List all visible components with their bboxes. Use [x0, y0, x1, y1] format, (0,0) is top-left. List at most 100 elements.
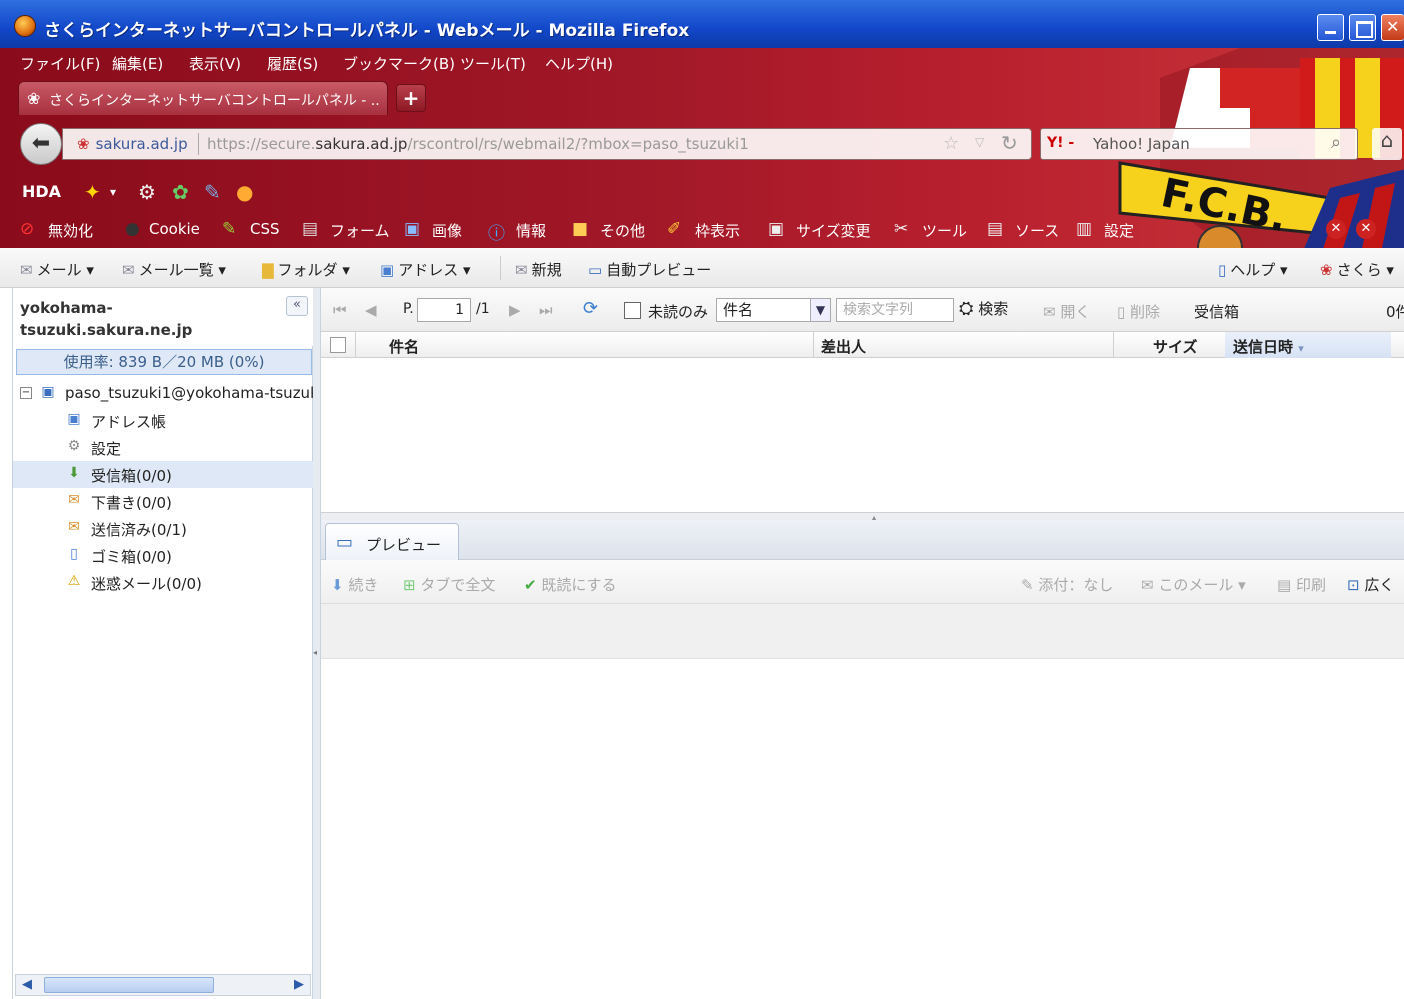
sidebar-item-address-book[interactable]: ▣ アドレス帳	[13, 407, 313, 434]
menu-file[interactable]: ファイル(F)	[20, 53, 100, 74]
sidebar-item-sent[interactable]: ✉ 送信済み(0/1)	[13, 515, 313, 542]
addon-tools-icon[interactable]: ⚙	[138, 180, 156, 204]
reload-icon[interactable]: ↻	[1001, 131, 1018, 155]
addon-note-icon[interactable]: ✎	[204, 180, 221, 204]
home-icon[interactable]: ⌂	[1372, 128, 1402, 160]
browser-tab[interactable]: ❀ さくらインターネットサーバコントロールパネル - ...	[18, 81, 388, 115]
dev-cookie[interactable]: Cookie	[149, 220, 200, 238]
dev-form[interactable]: フォーム	[330, 220, 390, 241]
menu-bookmarks[interactable]: ブックマーク(B)	[343, 53, 455, 74]
tab-preview[interactable]: ▭ プレビュー	[325, 523, 459, 560]
site-identity[interactable]: ❀ sakura.ad.jp	[77, 135, 188, 153]
search-bar[interactable]: Y! - Yahoo! Japan ⌕	[1040, 128, 1358, 160]
prev-page-icon[interactable]: ◀	[365, 301, 377, 319]
bookmark-star-icon[interactable]: ☆	[943, 133, 959, 154]
sidebar-item-settings[interactable]: ⚙ 設定	[13, 434, 313, 461]
yahoo-engine-icon[interactable]: Y! -	[1047, 135, 1074, 151]
new-mail-button[interactable]: ✉ 新規	[515, 259, 562, 280]
sidebar-item-drafts[interactable]: ✉ 下書き(0/0)	[13, 488, 313, 515]
new-tab-button[interactable]: +	[396, 84, 426, 112]
menu-edit[interactable]: 編集(E)	[112, 53, 163, 74]
open-button[interactable]: ✉ 開く	[1043, 301, 1090, 322]
search-magnifier-icon[interactable]: ⌕	[1331, 132, 1341, 153]
error-icon[interactable]: ✕	[1326, 219, 1346, 239]
search-field-select[interactable]: 件名 ▼	[716, 298, 831, 322]
page-total: /1	[476, 301, 490, 317]
dev-settings[interactable]: 設定	[1104, 220, 1134, 241]
dev-misc[interactable]: その他	[600, 220, 645, 241]
mark-read-button[interactable]: ✔ 既読にする	[524, 574, 617, 595]
sidebar-item-label: アドレス帳	[91, 413, 167, 431]
column-size[interactable]: サイズ	[1153, 336, 1198, 357]
addon-wand-icon[interactable]: ✦	[84, 180, 101, 204]
this-mail-menu-button[interactable]: ✉ このメール ▾	[1141, 574, 1246, 595]
page-input[interactable]: 1	[417, 298, 471, 322]
url-bar[interactable]: ❀ sakura.ad.jp https://secure.sakura.ad.j…	[62, 128, 1032, 160]
unread-only-checkbox[interactable]	[624, 302, 641, 319]
dev-source[interactable]: ソース	[1015, 220, 1059, 241]
sakura-menu-button[interactable]: ❀ さくら ▾	[1320, 259, 1394, 280]
scroll-left-icon[interactable]: ◀	[18, 977, 36, 993]
menu-help[interactable]: ヘルプ(H)	[545, 53, 613, 74]
dev-resize[interactable]: サイズ変更	[796, 220, 871, 241]
address-label: アドレス	[398, 261, 459, 279]
auto-preview-button[interactable]: ▭ 自動プレビュー	[588, 259, 711, 280]
delete-button[interactable]: ▯ 削除	[1117, 301, 1160, 322]
collapse-tree-icon[interactable]: −	[20, 387, 32, 399]
select-all-checkbox[interactable]	[330, 337, 346, 353]
next-page-icon[interactable]: ▶	[509, 301, 521, 319]
menu-view[interactable]: 表示(V)	[189, 53, 241, 74]
maximize-button[interactable]	[1349, 14, 1376, 41]
address-button[interactable]: ▣ アドレス ▾	[380, 259, 471, 280]
column-subject[interactable]: 件名	[389, 336, 419, 357]
refresh-icon[interactable]: ⟳	[583, 298, 598, 319]
menu-tools[interactable]: ツール(T)	[460, 53, 526, 74]
print-button[interactable]: ▤ 印刷	[1277, 574, 1326, 595]
url-history-dropdown-icon[interactable]: ▽	[975, 135, 984, 149]
first-page-icon[interactable]: ⏮	[333, 301, 347, 319]
column-date[interactable]: 送信日時 ▾	[1233, 336, 1304, 357]
preview-tab-strip: ▭ プレビュー	[321, 520, 1404, 560]
outline-pencil-icon: ✐	[667, 219, 682, 239]
account-node[interactable]: − ▣ paso_tsuzuki1@yokohama-tsuzuk	[13, 380, 319, 407]
column-from[interactable]: 差出人	[821, 336, 866, 357]
minimize-button[interactable]	[1317, 14, 1344, 41]
continue-button[interactable]: ⬇ 続き	[331, 574, 378, 595]
search-placeholder: Yahoo! Japan	[1093, 135, 1190, 153]
list-preview-splitter[interactable]: ▲	[321, 512, 1404, 523]
addon-globe-icon[interactable]: ●	[236, 180, 253, 204]
back-button[interactable]: ⬅	[20, 123, 62, 165]
addon-dropdown-icon[interactable]: ▾	[110, 185, 116, 199]
addon-puzzle-icon[interactable]: ✿	[172, 180, 189, 204]
sidebar-item-inbox[interactable]: ⬇ 受信箱(0/0)	[13, 461, 313, 488]
search-text-input[interactable]: 検索文字列	[836, 298, 954, 322]
help-button[interactable]: ▯ ヘルプ ▾	[1218, 259, 1288, 280]
mail-menu-button[interactable]: ✉ メール ▾	[20, 259, 94, 280]
sidebar-item-trash[interactable]: ▯ ゴミ箱(0/0)	[13, 542, 313, 569]
pane-splitter[interactable]: ◂	[313, 288, 320, 999]
dev-info[interactable]: 情報	[516, 220, 546, 241]
expand-button[interactable]: ⊡ 広く	[1347, 574, 1394, 595]
search-button[interactable]: ⛭ 検索	[959, 298, 1008, 319]
sidebar-item-spam[interactable]: ⚠ 迷惑メール(0/0)	[13, 569, 313, 596]
chevron-down-icon[interactable]: ▼	[810, 299, 830, 321]
fulltext-tab-button[interactable]: ⊞ タブで全文	[403, 574, 495, 595]
menu-history[interactable]: 履歴(S)	[267, 53, 318, 74]
last-page-icon[interactable]: ⏭	[539, 301, 553, 319]
dev-disable[interactable]: 無効化	[48, 220, 93, 241]
collapse-pane-button[interactable]: «	[286, 296, 308, 316]
mail-list-button[interactable]: ✉ メール一覧 ▾	[122, 259, 226, 280]
dev-tools[interactable]: ツール	[922, 220, 967, 241]
folder-button[interactable]: ▇ フォルダ ▾	[262, 259, 350, 280]
scrollbar-thumb[interactable]	[44, 977, 214, 993]
folder-pane-scrollbar[interactable]: ◀ ▶	[15, 974, 311, 996]
scroll-right-icon[interactable]: ▶	[290, 977, 308, 993]
mail-menu-label: メール	[36, 261, 82, 279]
dev-outline[interactable]: 枠表示	[695, 220, 740, 241]
cookie-icon: ●	[125, 219, 140, 239]
addon-logo-icon[interactable]: HDA	[22, 182, 61, 201]
error2-icon[interactable]: ✕	[1356, 219, 1376, 239]
close-window-button[interactable]	[1381, 14, 1404, 41]
dev-css[interactable]: CSS	[250, 220, 280, 238]
dev-image[interactable]: 画像	[432, 220, 462, 241]
